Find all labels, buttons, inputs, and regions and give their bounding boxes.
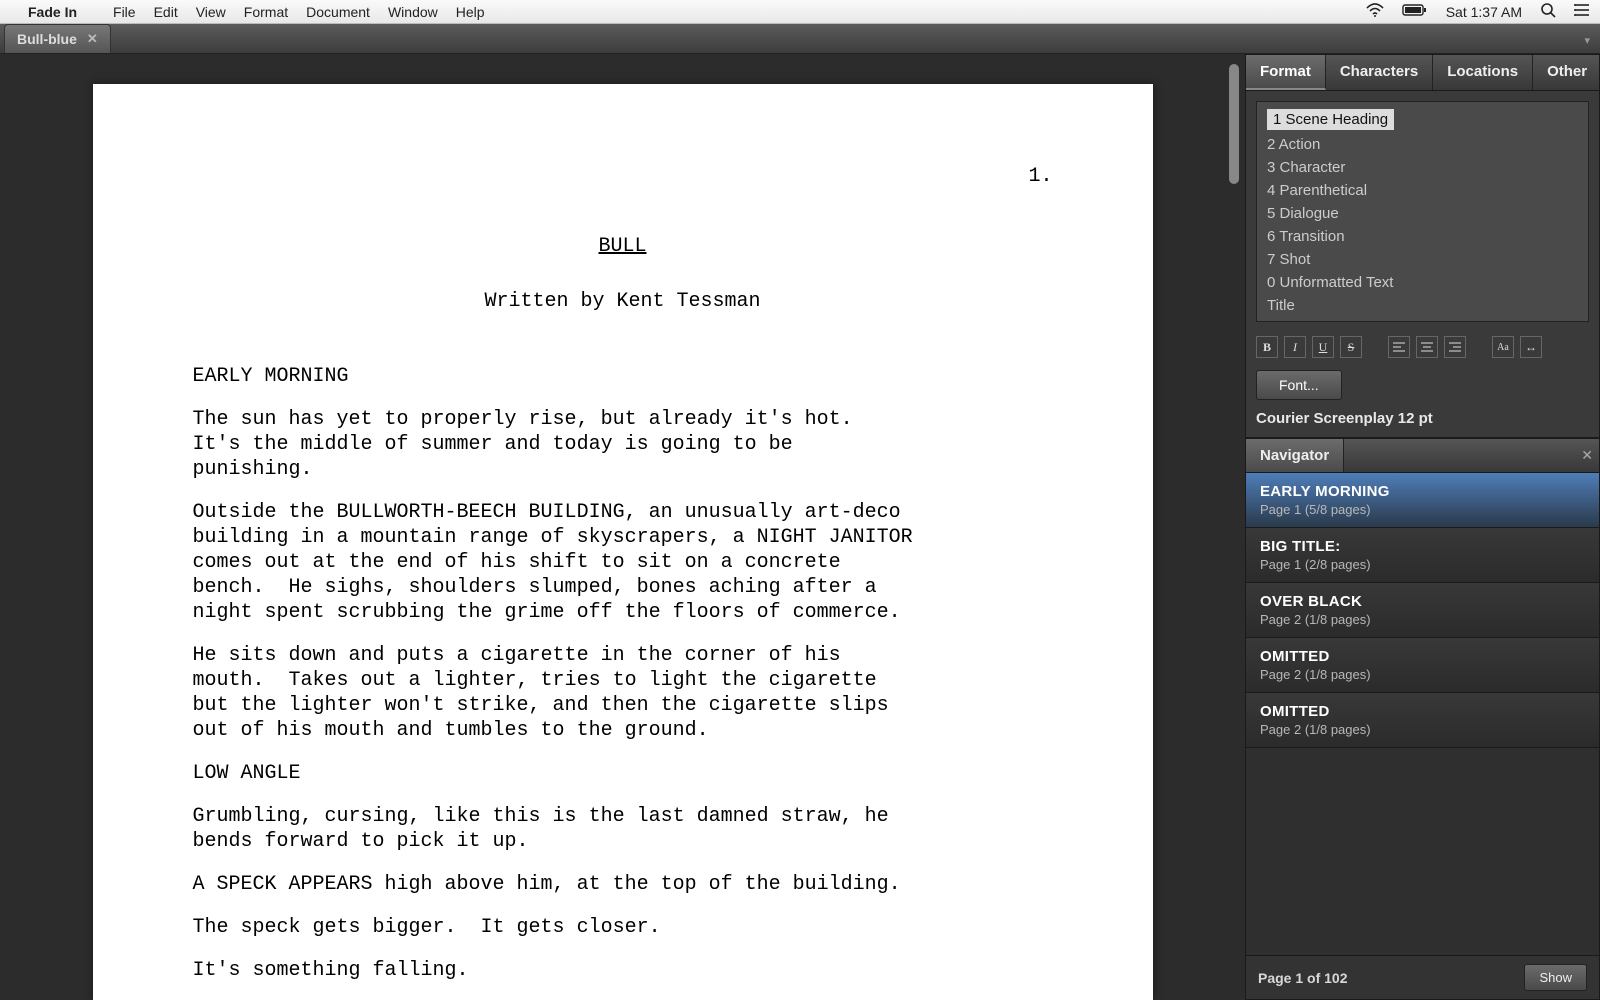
navigator-item-title: BIG TITLE: [1260,538,1585,555]
format-item[interactable]: 2 Action [1257,133,1588,156]
menu-document[interactable]: Document [306,4,370,20]
battery-icon[interactable] [1402,3,1428,20]
tabbar-collapse-icon[interactable]: ▾ [1574,28,1600,53]
menu-help[interactable]: Help [456,4,485,20]
italic-button[interactable]: I [1284,336,1306,358]
font-button[interactable]: Font... [1256,370,1342,400]
font-label: Courier Screenplay 12 pt [1256,410,1589,427]
tab-characters[interactable]: Characters [1326,55,1433,90]
format-item[interactable]: 6 Transition [1257,225,1588,248]
menu-window[interactable]: Window [388,4,438,20]
navigator-item-title: EARLY MORNING [1260,483,1585,500]
format-item[interactable]: 7 Shot [1257,248,1588,271]
menu-file[interactable]: File [113,4,136,20]
navigator-item[interactable]: BIG TITLE: Page 1 (2/8 pages) [1246,528,1599,583]
clock[interactable]: Sat 1:37 AM [1446,4,1522,20]
format-toolbar: B I U S Aa ↔ [1256,336,1589,358]
document-tab[interactable]: Bull-blue ✕ [4,24,111,53]
app-name[interactable]: Fade In [28,4,77,20]
mac-menubar: Fade In File Edit View Format Document Window… [0,0,1600,24]
action-block[interactable]: A SPECK APPEARS high above him, at the t… [193,872,1053,897]
navigator-panel: Navigator ✕ EARLY MORNING Page 1 (5/8 pag… [1245,438,1600,1000]
action-block[interactable]: Outside the BULLWORTH-BEECH BUILDING, an… [193,500,1053,625]
document-tab-label: Bull-blue [17,31,77,47]
spotlight-icon[interactable] [1540,2,1556,21]
strikethrough-button[interactable]: S [1340,336,1362,358]
format-item[interactable]: 5 Dialogue [1257,202,1588,225]
menu-format[interactable]: Format [244,4,288,20]
script-title: BULL [193,234,1053,259]
format-panel-tabs: FormatCharactersLocationsOther ✕ [1246,55,1599,91]
navigator-item[interactable]: EARLY MORNING Page 1 (5/8 pages) [1246,473,1599,528]
close-panel-icon[interactable]: ✕ [1575,447,1599,464]
notification-center-icon[interactable] [1574,3,1590,20]
action-block[interactable]: It's something falling. [193,958,1053,983]
navigator-item-sub: Page 2 (1/8 pages) [1260,667,1585,682]
scene-heading[interactable]: LOW ANGLE [193,761,1053,786]
tab-locations[interactable]: Locations [1433,55,1533,90]
format-element-list: 1 Scene Heading 2 Action3 Character4 Pare… [1256,101,1589,322]
format-item[interactable]: 1 Scene Heading [1267,109,1394,130]
navigator-page-status: Page 1 of 102 [1258,970,1348,986]
navigator-item[interactable]: OVER BLACK Page 2 (1/8 pages) [1246,583,1599,638]
action-block[interactable]: The sun has yet to properly rise, but al… [193,407,1053,482]
show-button[interactable]: Show [1524,964,1587,991]
navigator-item-sub: Page 2 (1/8 pages) [1260,612,1585,627]
navigator-item[interactable]: OMITTED Page 2 (1/8 pages) [1246,638,1599,693]
navigator-item[interactable]: OMITTED Page 2 (1/8 pages) [1246,693,1599,748]
navigator-title[interactable]: Navigator [1246,439,1344,472]
align-right-button[interactable] [1444,336,1466,358]
spacing-button[interactable]: ↔ [1520,336,1542,358]
tab-format[interactable]: Format [1246,55,1326,90]
format-item[interactable]: Title [1257,294,1588,317]
script-byline: Written by Kent Tessman [193,289,1053,314]
navigator-item-sub: Page 1 (5/8 pages) [1260,502,1585,517]
tab-other[interactable]: Other [1533,55,1600,90]
format-item[interactable]: 4 Parenthetical [1257,179,1588,202]
script-page[interactable]: 1. BULL Written by Kent Tessman EARLY MO… [93,84,1153,1000]
action-block[interactable]: The speck gets bigger. It gets closer. [193,915,1053,940]
action-block[interactable]: He sits down and puts a cigarette in the… [193,643,1053,743]
action-block[interactable]: Grumbling, cursing, like this is the las… [193,804,1053,854]
close-icon[interactable]: ✕ [87,31,98,47]
navigator-item-title: OVER BLACK [1260,593,1585,610]
navigator-item-sub: Page 1 (2/8 pages) [1260,557,1585,572]
scene-heading[interactable]: EARLY MORNING [193,364,1053,389]
navigator-item-sub: Page 2 (1/8 pages) [1260,722,1585,737]
format-panel: FormatCharactersLocationsOther ✕ 1 Scene… [1245,54,1600,438]
navigator-item-title: OMITTED [1260,703,1585,720]
align-center-button[interactable] [1416,336,1438,358]
editor-area[interactable]: 1. BULL Written by Kent Tessman EARLY MO… [0,54,1245,1000]
underline-button[interactable]: U [1312,336,1334,358]
navigator-list: EARLY MORNING Page 1 (5/8 pages) BIG TITLE… [1246,473,1599,955]
align-left-button[interactable] [1388,336,1410,358]
menu-view[interactable]: View [196,4,226,20]
menu-edit[interactable]: Edit [154,4,178,20]
navigator-item-title: OMITTED [1260,648,1585,665]
wifi-icon[interactable] [1366,3,1384,20]
text-case-button[interactable]: Aa [1492,336,1514,358]
format-item[interactable]: 3 Character [1257,156,1588,179]
scroll-thumb[interactable] [1229,64,1239,184]
bold-button[interactable]: B [1256,336,1278,358]
vertical-scrollbar[interactable] [1227,64,1241,990]
page-number: 1. [193,164,1053,189]
document-tabbar: Bull-blue ✕ ▾ [0,24,1600,54]
format-item[interactable]: 0 Unformatted Text [1257,271,1588,294]
